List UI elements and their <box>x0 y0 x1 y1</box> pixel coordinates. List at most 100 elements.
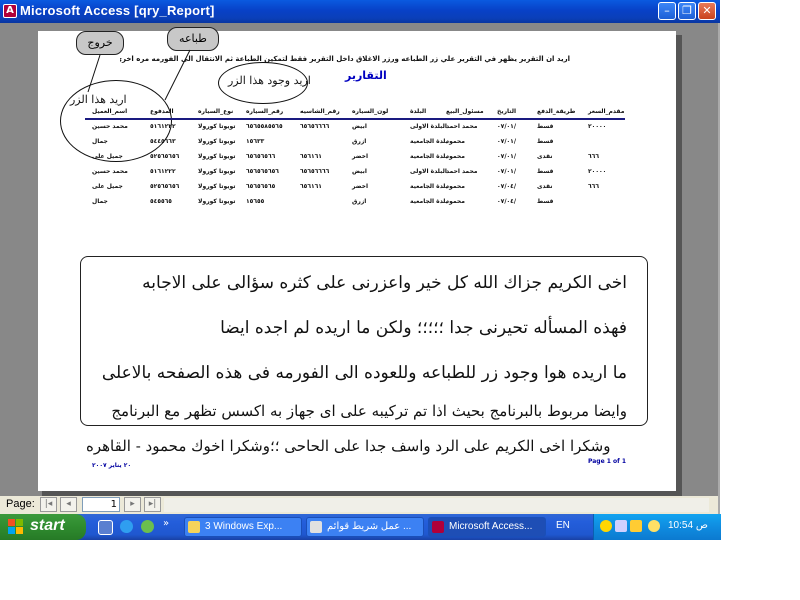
table-cell: ٠٧/٠١/ <box>497 153 517 160</box>
table-cell: ٦٥٦٥٦٥٦٥٦ <box>246 168 279 175</box>
task-microsoft-access[interactable]: Microsoft Access... <box>428 517 546 537</box>
browser-window-icon <box>310 521 322 533</box>
message-line: فهذه المسأله تحيرنى جدا ؛؛؛؛؛ ولكن ما ار… <box>220 318 627 338</box>
table-cell: ٥٢٥٦٥٦٥٦ <box>150 153 180 160</box>
table-cell: اخضر <box>352 183 369 190</box>
task-windows-explorer[interactable]: 3 Windows Exp... <box>184 517 302 537</box>
table-cell: قسط <box>537 138 554 145</box>
task-label: عمل شريط قوائم ... <box>327 521 412 532</box>
record-navigation-bar: Page: |◂ ◂ 1 ▸ ▸| <box>0 496 718 514</box>
table-cell: ٠٧/٠٤/ <box>497 198 517 205</box>
table-cell: قسط <box>537 168 554 175</box>
task-browser-forum[interactable]: عمل شريط قوائم ... <box>306 517 424 537</box>
taskbar: start » 3 Windows Exp... عمل شريط قوائم … <box>0 514 721 540</box>
table-cell: ٦٥٦٥٦٦٦٦ <box>300 123 330 130</box>
table-cell: ابيض <box>352 123 367 130</box>
message-line: وشكرا اخى الكريم على الرد واسف جدا على ا… <box>86 437 611 455</box>
clock: 10:54 ص <box>668 520 708 531</box>
col-header: مقدم_السعر <box>588 108 625 115</box>
horizontal-scrollbar[interactable] <box>164 498 709 512</box>
col-header: طريقة_الدفع <box>537 108 576 115</box>
table-cell: ٦٦٦ <box>588 183 599 190</box>
table-cell: بلدة الجامعية <box>410 198 448 205</box>
table-cell: ٦٥٦٥٦٥٦٥ <box>246 183 276 190</box>
table-cell: بلدة الجامعية <box>410 153 448 160</box>
col-header: اسم_العميل <box>92 108 128 115</box>
table-cell: محمد حسين <box>92 123 128 130</box>
first-page-button[interactable]: |◂ <box>40 497 57 512</box>
col-header: التاريخ <box>497 108 517 115</box>
show-desktop-icon[interactable] <box>98 520 113 535</box>
table-cell: نقدى <box>537 153 553 160</box>
table-cell: جمال <box>92 138 108 145</box>
table-cell: ٥٤٤٥٦٦٣ <box>150 138 176 145</box>
table-cell: ٦٥٦١٦١ <box>300 183 322 190</box>
message-box: اخى الكريم جزاك الله كل خير واعزرنى على … <box>80 256 648 426</box>
table-cell: ٠٧/٠١/ <box>497 138 517 145</box>
page-number-input[interactable]: 1 <box>82 497 120 512</box>
table-cell: ازرق <box>352 198 367 205</box>
table-cell: تويوتا كورولا <box>198 198 236 205</box>
table-cell: محمود <box>446 138 465 145</box>
table-cell: تويوتا كورولا <box>198 138 236 145</box>
table-cell: محمود <box>446 153 465 160</box>
table-cell: ٥٢٥٦٥٦٥٦ <box>150 183 180 190</box>
col-header: المدفوع <box>150 108 174 115</box>
col-header: نوع_السياره <box>198 108 234 115</box>
start-label: start <box>30 517 65 534</box>
table-cell: قسط <box>537 123 554 130</box>
report-date-footer: ٢٠ يناير ٢٠٠٧ <box>92 462 132 469</box>
table-cell: ازرق <box>352 138 367 145</box>
table-cell: ٦٥٦١٦١ <box>300 153 322 160</box>
internet-explorer-icon[interactable] <box>120 520 133 533</box>
table-cell: نقدى <box>537 183 553 190</box>
table-cell: قسط <box>537 198 554 205</box>
volume-icon[interactable] <box>648 520 660 532</box>
table-cell: بلدة الجامعية <box>410 138 448 145</box>
prev-page-button[interactable]: ◂ <box>60 497 77 512</box>
header-underline <box>85 118 625 120</box>
quicklaunch-overflow-icon[interactable]: » <box>163 518 169 529</box>
media-player-icon[interactable] <box>141 520 154 533</box>
access-window: A Microsoft Access [qry_Report] – ❐ ✕ ار… <box>0 0 720 514</box>
table-cell: جميل على <box>92 153 123 160</box>
table-cell: بلدة الجامعية <box>410 183 448 190</box>
table-cell: ٠٧/٠١/ <box>497 168 517 175</box>
table-cell: محمد حسين <box>92 168 128 175</box>
table-cell: اخضر <box>352 153 369 160</box>
table-cell: جمال <box>92 198 108 205</box>
messenger-smiley-icon[interactable] <box>600 520 612 532</box>
message-line: وايضا مربوط بالبرنامج بحيث اذا تم تركيبه… <box>111 402 627 420</box>
task-label: 3 Windows Exp... <box>205 521 283 532</box>
table-cell: تويوتا كورولا <box>198 123 236 130</box>
table-cell: ابيض <box>352 168 367 175</box>
table-cell: محمود <box>446 198 465 205</box>
access-icon <box>432 521 444 533</box>
table-cell: جميل على <box>92 183 123 190</box>
last-page-button[interactable]: ▸| <box>144 497 161 512</box>
network-icon[interactable] <box>615 520 627 532</box>
table-cell: ٥١٦١٢٢٢ <box>150 123 176 130</box>
task-label: Microsoft Access... <box>449 521 533 532</box>
col-header: رقم_الشاسيه <box>300 108 340 115</box>
next-page-button[interactable]: ▸ <box>124 497 141 512</box>
tray-app-icon[interactable] <box>630 520 642 532</box>
table-cell: ٠٧/٠١/ <box>497 123 517 130</box>
annotation-want-here: اريد وجود هذا الزر <box>228 74 311 87</box>
table-cell: تويوتا كورولا <box>198 183 236 190</box>
language-indicator[interactable]: EN <box>556 520 570 531</box>
folder-icon <box>188 521 200 533</box>
table-cell: محمد احمد <box>446 123 478 130</box>
table-cell: ٦٦٦ <box>588 153 599 160</box>
table-cell: ٢٠٠٠٠ <box>588 168 607 175</box>
table-cell: البلدة الاولى <box>410 123 447 130</box>
col-header: لون_السياره <box>352 108 389 115</box>
table-cell: ٦٥٦٥٦٥٦٦ <box>246 153 276 160</box>
annotation-want-button: اريد هذا الزر <box>70 93 127 106</box>
table-cell: ٥١٦١٢٢٢ <box>150 168 176 175</box>
message-line: ما اريده هوا وجود زر للطباعه وللعوده الى… <box>101 363 627 383</box>
col-header: رقم_السياره <box>246 108 284 115</box>
table-cell: ٦٥٦٥٦٦٦٦ <box>300 168 330 175</box>
col-header: مسئول_البيع <box>446 108 484 115</box>
start-button[interactable]: start <box>0 514 86 540</box>
